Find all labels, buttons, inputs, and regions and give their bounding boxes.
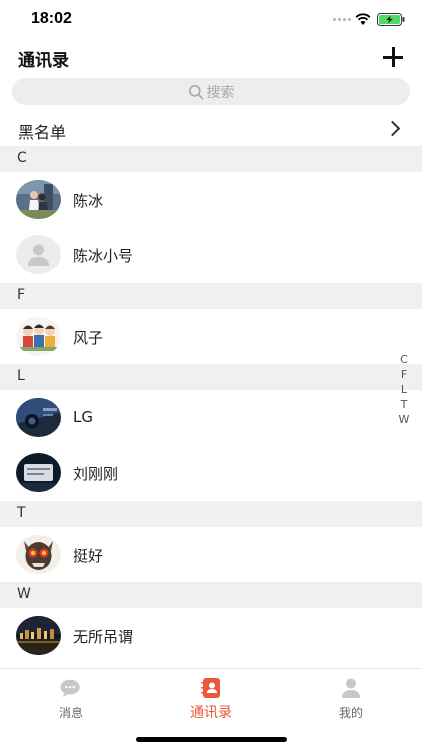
- contact-name: 陈冰小号: [73, 247, 134, 265]
- tab-label: 消息: [58, 706, 83, 720]
- contact-row[interactable]: LG: [0, 390, 422, 446]
- profile-icon: [342, 678, 360, 698]
- contact-name: 陈冰: [73, 192, 104, 210]
- search-placeholder: 搜索: [206, 84, 235, 101]
- contact-name: 挺好: [73, 547, 104, 565]
- avatar: [16, 398, 61, 437]
- section-letter: C: [17, 150, 27, 166]
- contact-row[interactable]: 陈冰小号: [0, 227, 422, 283]
- status-time: 18:02: [31, 10, 72, 27]
- page-title: 通讯录: [18, 51, 69, 71]
- battery-charging-icon: [377, 13, 405, 26]
- tab-profile[interactable]: 我的: [306, 677, 396, 727]
- tab-messages[interactable]: 消息: [26, 677, 116, 727]
- index-letter-c[interactable]: C: [400, 352, 408, 367]
- contact-row[interactable]: 无所吊谓: [0, 608, 422, 664]
- section-letter: F: [17, 287, 26, 303]
- chevron-right-icon: [384, 120, 401, 137]
- section-header-l: L: [0, 364, 422, 390]
- add-contact-button[interactable]: [382, 46, 404, 68]
- cellular-signal-icon: [333, 18, 351, 21]
- alphabet-index[interactable]: C F L T W: [396, 352, 412, 427]
- wifi-icon: [355, 13, 371, 25]
- avatar: [16, 180, 61, 219]
- index-letter-f[interactable]: F: [401, 367, 407, 382]
- search-icon: [188, 84, 203, 99]
- avatar: [16, 616, 61, 655]
- index-letter-l[interactable]: L: [401, 382, 407, 397]
- section-header-t: T: [0, 501, 422, 527]
- tab-label: 通讯录: [190, 705, 232, 721]
- contact-row[interactable]: 陈冰: [0, 172, 422, 228]
- contact-name: 无所吊谓: [73, 628, 134, 646]
- blacklist-row[interactable]: 黑名单: [0, 112, 422, 146]
- chat-bubble-icon: [60, 679, 80, 698]
- tab-label: 我的: [338, 706, 363, 720]
- contacts-book-icon: [201, 678, 220, 698]
- section-letter: T: [17, 505, 26, 521]
- avatar: [16, 535, 61, 574]
- section-letter: L: [17, 368, 25, 384]
- section-letter: W: [17, 586, 31, 602]
- home-indicator: [136, 737, 287, 742]
- navigation-bar: 通讯录: [0, 40, 422, 76]
- blacklist-label: 黑名单: [18, 123, 67, 142]
- contact-row[interactable]: 刘刚刚: [0, 445, 422, 501]
- status-bar: 18:02: [0, 0, 422, 40]
- index-letter-t[interactable]: T: [401, 397, 408, 412]
- section-header-f: F: [0, 283, 422, 309]
- search-bar[interactable]: 搜索: [12, 78, 410, 105]
- contact-row[interactable]: 风子: [0, 309, 422, 365]
- tab-contacts[interactable]: 通讯录: [166, 677, 256, 727]
- avatar: [16, 453, 61, 492]
- section-header-w: W: [0, 582, 422, 608]
- contact-row[interactable]: 挺好: [0, 527, 422, 583]
- tab-bar: 消息 通讯录 我的: [0, 668, 422, 750]
- index-letter-w[interactable]: W: [399, 412, 410, 427]
- default-avatar-icon: [16, 235, 61, 274]
- contact-name: LG: [73, 408, 93, 426]
- contact-name: 风子: [73, 329, 104, 347]
- contact-name: 刘刚刚: [73, 465, 119, 483]
- avatar: [16, 317, 61, 356]
- section-header-c: C: [0, 146, 422, 172]
